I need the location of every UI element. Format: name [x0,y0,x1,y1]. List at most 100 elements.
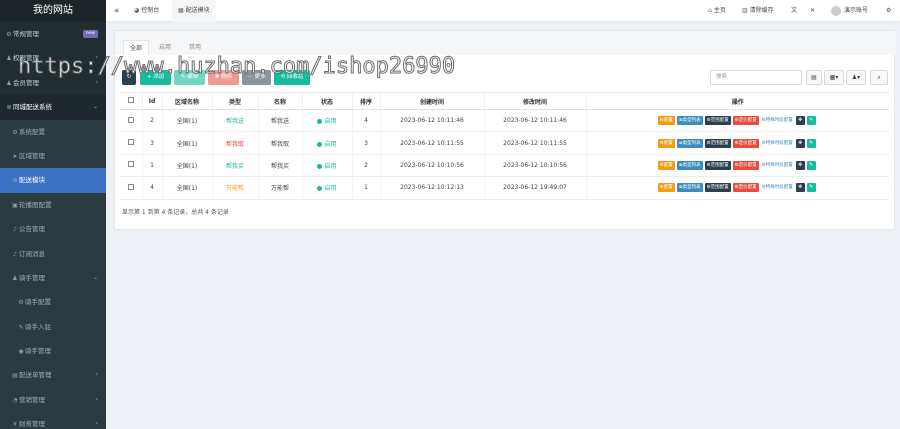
sidebar-item-8[interactable]: ♪ 公告管理 [0,217,106,242]
tab-all[interactable]: 全部 [123,40,150,55]
clear-cache-button[interactable]: ▥ 清除缓存 [742,0,774,22]
cell-sort: 4 [351,109,380,133]
user-menu[interactable]: 演示账号 [831,0,868,22]
move-icon[interactable]: ✥ [795,160,805,170]
config-button[interactable]: ⚙配置 [657,183,675,193]
table-view-icon[interactable]: ▤ [806,70,822,85]
range-config-button[interactable]: ⚙范围配置 [704,160,731,170]
cell-region: 全国(1) [161,131,212,155]
fullscreen-icon[interactable]: ✕ [810,0,815,22]
chevron-icon: ‹ [95,420,98,428]
columns-toggle-icon[interactable]: ▦▾ [824,70,844,85]
move-icon[interactable]: ✥ [795,183,805,193]
col-created[interactable]: 创建时间 [379,92,484,110]
move-icon[interactable]: ✥ [795,138,805,148]
row-checkbox[interactable] [120,154,142,178]
cell-status[interactable]: 启用 [301,176,352,200]
cell-status[interactable]: 启用 [301,154,352,178]
col-type[interactable]: 类型 [211,92,258,110]
menu-toggle-icon[interactable]: ≡ [114,0,119,22]
special-time-config-link[interactable]: ⚙特殊时段配置 [761,116,794,125]
table-row[interactable]: 2 全国(1) 帮我送 帮我送 启用 4 2023-06-12 10:11:46 2023-0… [120,109,889,133]
tab-delivery-module[interactable]: ▦ 配送模块 [172,0,216,22]
config-button[interactable]: ⚙配置 [657,160,675,170]
cell-created: 2023-06-12 10:12:13 [379,176,484,200]
tab-delivery-label: 配送模块 [185,7,210,14]
config-button[interactable]: ⚙配置 [657,116,675,126]
edit-icon[interactable]: ✎ [806,183,816,193]
sidebar-item-10[interactable]: ♟骑手管理 ⌄ [0,265,106,291]
sidebar-item-4[interactable]: ⚙系统配置 [0,119,106,144]
cell-name: 帮我送 [257,109,302,133]
sidebar-item-0[interactable]: ⚙常规管理 new [0,22,106,46]
special-time-config-link[interactable]: ⚙特殊时段配置 [761,161,794,170]
edit-icon[interactable]: ✎ [806,116,816,126]
sidebar-item-label: 常规管理 [13,30,39,38]
col-sort[interactable]: 排序 [351,92,380,110]
special-time-config-link[interactable]: ⚙特殊时段配置 [761,139,794,148]
home-link[interactable]: ⌂ 主页 [708,0,726,22]
sidebar-item-6[interactable]: ≣配送模块 [0,168,106,193]
export-user-icon[interactable]: ♟▾ [846,70,866,85]
checkbox[interactable] [127,139,134,146]
tab-disabled[interactable]: 禁用 [183,40,207,55]
table-row[interactable]: 1 全国(1) 帮我买 帮我买 启用 2 2023-06-12 10:10:56 2023-0… [120,154,889,178]
col-status[interactable]: 状态 [301,92,352,110]
move-icon[interactable]: ✥ [795,116,805,126]
special-time-config-link[interactable]: ⚙特殊时段配置 [761,183,794,192]
sidebar-item-13[interactable]: ◉骑手管理 [0,339,106,364]
sidebar-item-5[interactable]: ➤区域管理 [0,143,106,169]
type-list-button[interactable]: ≣类型列表 [676,183,703,193]
type-list-button[interactable]: ≣类型列表 [676,160,703,170]
row-checkbox[interactable] [120,109,142,133]
language-icon[interactable]: 文 [791,0,797,22]
sidebar-item-9[interactable]: ♪ 订阅消息 [0,241,106,266]
sidebar-item-11[interactable]: ⚙骑手配置 [0,290,106,315]
table-row[interactable]: 3 全国(1) 帮我取 帮我取 启用 3 2023-06-12 10:11:55 2023-0… [120,131,889,155]
col-id[interactable]: Id [141,92,162,110]
gears-icon: ⚙ [6,31,12,38]
type-list-button[interactable]: ≣类型列表 [676,138,703,148]
row-checkbox[interactable] [120,131,142,155]
tab-enabled[interactable]: 启用 [153,40,177,55]
edit-icon[interactable]: ✎ [806,160,816,170]
cell-actions: ⚙配置 ≣类型列表 ⚙范围配置 ⚙定价配置 ⚙特殊时段配置 ✥ ✎ [585,176,889,200]
select-all-checkbox[interactable] [120,92,142,110]
watermark: https://www.huzhan.com/ishop26990 [17,54,456,80]
cell-status[interactable]: 启用 [301,131,352,155]
price-config-button[interactable]: ⚙定价配置 [732,116,759,126]
search-input[interactable]: 搜索 [710,70,802,85]
config-button[interactable]: ⚙配置 [657,138,675,148]
type-list-button[interactable]: ≣类型列表 [676,116,703,126]
sidebar-item-15[interactable]: ◔营销管理 ‹ [0,387,106,413]
price-config-button[interactable]: ⚙定价配置 [732,160,759,170]
col-region[interactable]: 区域名称 [161,92,212,110]
range-config-button[interactable]: ⚙范围配置 [704,116,731,126]
sidebar-item-3[interactable]: ≣同城配送系统 ⌄ [0,95,106,120]
range-config-button[interactable]: ⚙范围配置 [704,138,731,148]
range-config-button[interactable]: ⚙范围配置 [704,183,731,193]
sidebar-item-14[interactable]: ▤配送单管理 ‹ [0,363,106,388]
checkbox[interactable] [127,97,134,103]
price-config-button[interactable]: ⚙定价配置 [732,183,759,193]
search-icon[interactable]: ⌕ [870,70,888,85]
price-config-button[interactable]: ⚙定价配置 [732,138,759,148]
tab-dashboard[interactable]: ◕ 控制台 [134,0,159,22]
cell-status[interactable]: 启用 [301,109,352,133]
checkbox[interactable] [127,116,134,123]
config-label: 配置 [663,185,673,191]
sidebar-item-12[interactable]: ✎骑手入驻 [0,314,106,340]
row-checkbox[interactable] [120,176,142,200]
checkbox[interactable] [127,183,134,190]
col-name[interactable]: 名称 [257,92,302,110]
cell-modified: 2023-06-12 10:11:55 [483,131,586,155]
edit-icon[interactable]: ✎ [806,138,816,148]
checkbox[interactable] [127,161,134,168]
file-icon: ▤ [12,372,18,380]
sidebar-item-7[interactable]: ▣轮播图配置 [0,192,106,218]
status-dot [317,163,323,169]
settings-gear-icon[interactable]: ⚙ [886,0,891,22]
col-modified[interactable]: 修改时间 [483,92,586,110]
sidebar-item-16[interactable]: ¥ 财务管理 ‹ [0,412,106,429]
table-row[interactable]: 4 全国(1) 万能帮 万能帮 启用 1 2023-06-12 10:12:13 2023-0… [120,176,889,200]
